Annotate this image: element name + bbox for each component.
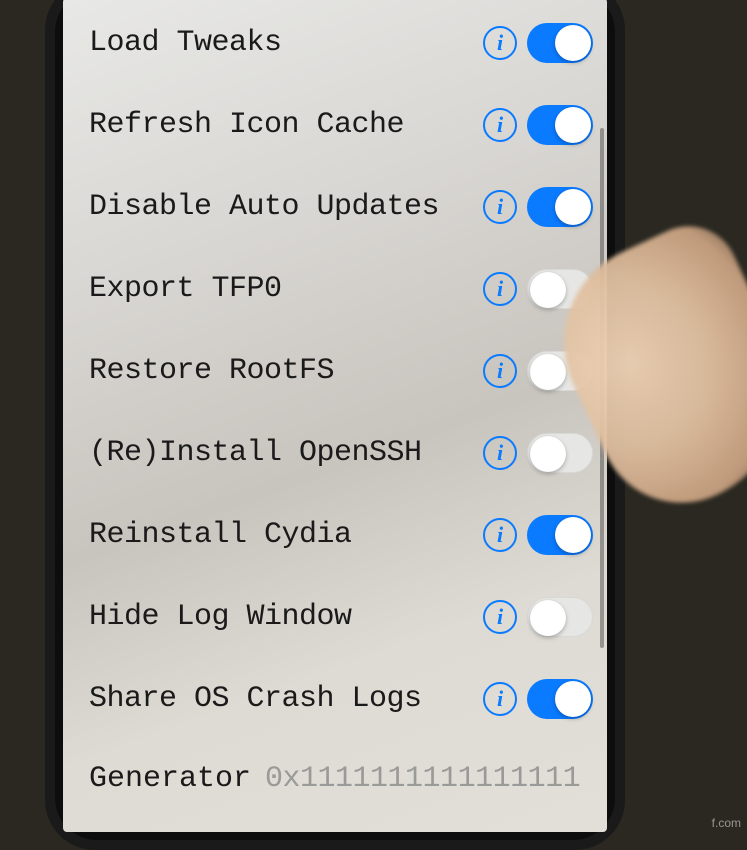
info-icon[interactable]: i — [483, 272, 517, 306]
label-share-os-crash-logs: Share OS Crash Logs — [89, 682, 483, 716]
toggle-reinstall-openssh[interactable] — [527, 433, 593, 473]
label-restore-rootfs: Restore RootFS — [89, 354, 483, 388]
label-refresh-icon-cache: Refresh Icon Cache — [89, 108, 483, 142]
info-icon[interactable]: i — [483, 518, 517, 552]
row-refresh-icon-cache: Refresh Icon Cache i — [89, 84, 593, 166]
label-generator: Generator — [89, 762, 251, 796]
phone-bezel: Load Tweaks i Refresh Icon Cache i Disab… — [55, 0, 615, 840]
row-generator[interactable]: Generator 0x1111111111111111 — [89, 740, 593, 818]
toggle-reinstall-cydia[interactable] — [527, 515, 593, 555]
watermark: f.com — [712, 816, 741, 830]
toggle-refresh-icon-cache[interactable] — [527, 105, 593, 145]
phone-frame: Load Tweaks i Refresh Icon Cache i Disab… — [45, 0, 625, 850]
info-icon[interactable]: i — [483, 436, 517, 470]
toggle-hide-log-window[interactable] — [527, 597, 593, 637]
info-icon[interactable]: i — [483, 108, 517, 142]
label-load-tweaks: Load Tweaks — [89, 26, 483, 60]
row-hide-log-window: Hide Log Window i — [89, 576, 593, 658]
row-load-tweaks: Load Tweaks i — [89, 2, 593, 84]
toggle-load-tweaks[interactable] — [527, 23, 593, 63]
row-share-os-crash-logs: Share OS Crash Logs i — [89, 658, 593, 740]
label-reinstall-cydia: Reinstall Cydia — [89, 518, 483, 552]
scroll-indicator[interactable] — [600, 128, 604, 648]
row-reinstall-cydia: Reinstall Cydia i — [89, 494, 593, 576]
info-icon[interactable]: i — [483, 190, 517, 224]
row-disable-auto-updates: Disable Auto Updates i — [89, 166, 593, 248]
info-icon[interactable]: i — [483, 600, 517, 634]
settings-screen: Load Tweaks i Refresh Icon Cache i Disab… — [63, 0, 607, 832]
info-icon[interactable]: i — [483, 26, 517, 60]
value-generator: 0x1111111111111111 — [265, 762, 580, 796]
label-hide-log-window: Hide Log Window — [89, 600, 483, 634]
row-restore-rootfs: Restore RootFS i — [89, 330, 593, 412]
toggle-disable-auto-updates[interactable] — [527, 187, 593, 227]
toggle-restore-rootfs[interactable] — [527, 351, 593, 391]
row-export-tfp0: Export TFP0 i — [89, 248, 593, 330]
row-reinstall-openssh: (Re)Install OpenSSH i — [89, 412, 593, 494]
info-icon[interactable]: i — [483, 354, 517, 388]
label-disable-auto-updates: Disable Auto Updates — [89, 190, 483, 224]
label-reinstall-openssh: (Re)Install OpenSSH — [89, 436, 483, 470]
info-icon[interactable]: i — [483, 682, 517, 716]
toggle-share-os-crash-logs[interactable] — [527, 679, 593, 719]
toggle-export-tfp0[interactable] — [527, 269, 593, 309]
label-export-tfp0: Export TFP0 — [89, 272, 483, 306]
